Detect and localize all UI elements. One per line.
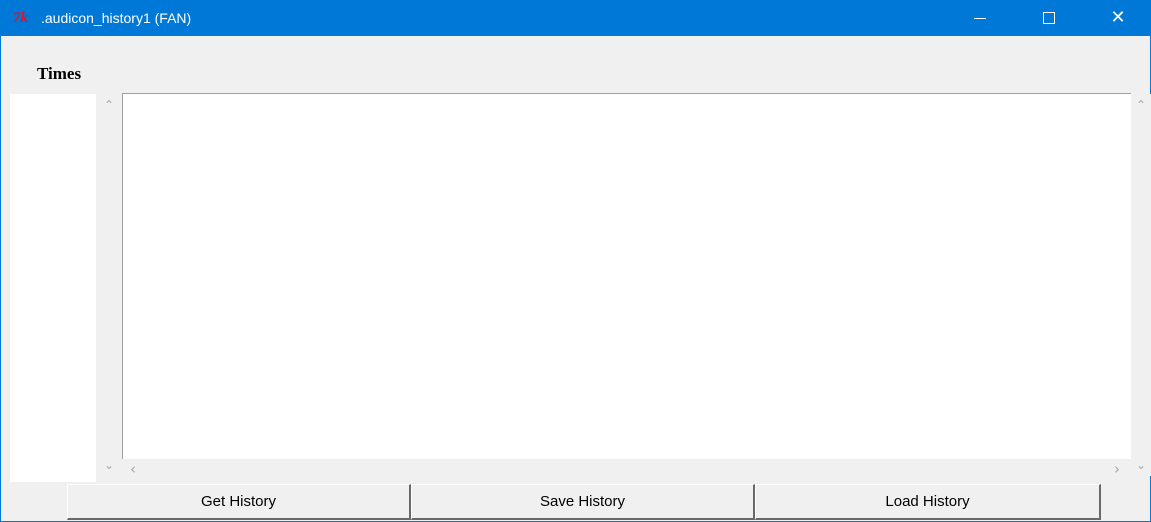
maximize-button[interactable] [1026, 0, 1072, 36]
get-history-button[interactable]: Get History [67, 484, 411, 520]
scroll-right-arrow-icon[interactable]: › [1114, 462, 1120, 477]
window-title: .audicon_history1 (FAN) [41, 10, 192, 26]
times-label: Times [37, 64, 82, 83]
history-vertical-scrollbar[interactable]: ⌃ ⌄ [1132, 94, 1151, 476]
app-window: 7k .audicon_history1 (FAN) ✕ Times ⌃ ⌄ ⌃… [0, 0, 1151, 522]
save-history-button[interactable]: Save History [411, 484, 755, 520]
times-listbox[interactable] [10, 94, 96, 482]
maximize-icon [1043, 12, 1055, 24]
scroll-left-arrow-icon[interactable]: ‹ [130, 462, 136, 477]
times-vertical-scrollbar[interactable]: ⌃ ⌄ [98, 94, 120, 476]
history-horizontal-scrollbar[interactable]: ‹ › [122, 460, 1131, 480]
scroll-down-arrow-icon[interactable]: ⌄ [1136, 458, 1146, 472]
close-icon: ✕ [1110, 7, 1126, 28]
history-text-area[interactable] [122, 93, 1131, 459]
close-button[interactable]: ✕ [1095, 0, 1141, 36]
load-history-button[interactable]: Load History [755, 484, 1101, 520]
minimize-icon [974, 17, 986, 19]
title-bar[interactable]: 7k .audicon_history1 (FAN) ✕ [1, 0, 1151, 36]
minimize-button[interactable] [957, 0, 1003, 36]
scroll-down-arrow-icon[interactable]: ⌄ [104, 458, 114, 472]
scroll-up-arrow-icon[interactable]: ⌃ [1136, 98, 1146, 112]
tk-app-icon: 7k [13, 10, 28, 26]
scroll-up-arrow-icon[interactable]: ⌃ [104, 98, 114, 112]
